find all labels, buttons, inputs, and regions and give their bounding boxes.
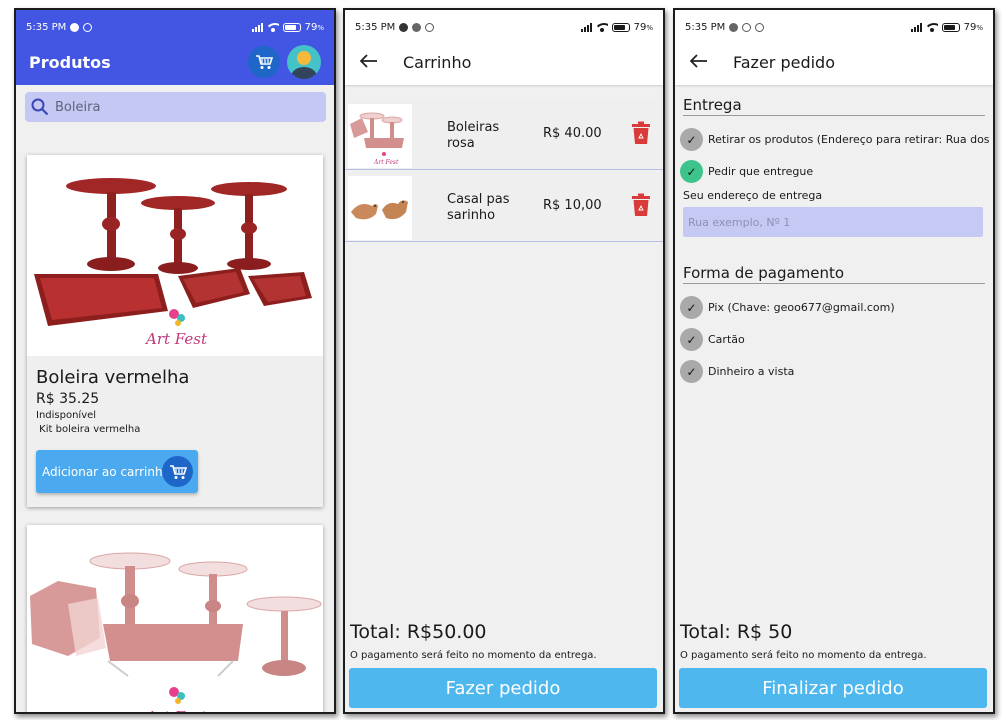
wifi-icon xyxy=(595,22,608,32)
signal-icon xyxy=(910,22,922,32)
battery-icon xyxy=(941,22,960,32)
product-card: Art Fest Boleira vermelha R$ 35.25 Indis… xyxy=(27,155,323,507)
notification-icon xyxy=(425,22,435,32)
place-order-button[interactable]: Fazer pedido xyxy=(349,668,657,708)
check-icon: ✓ xyxy=(680,128,703,151)
delivery-heading: Entrega xyxy=(683,96,985,116)
wifi-icon xyxy=(925,22,938,32)
wifi-icon xyxy=(266,22,279,32)
product-name: Boleira vermelha xyxy=(36,367,190,388)
search-icon xyxy=(31,98,49,116)
app-bar: 5:35 PM 79% Produtos xyxy=(16,10,334,85)
status-bar: 5:35 PM 79% xyxy=(355,21,653,33)
search-input[interactable]: Boleira xyxy=(25,92,326,122)
notification-icon xyxy=(742,22,752,32)
option-label: Cartão xyxy=(708,333,745,346)
address-placeholder: Rua exemplo, Nº 1 xyxy=(688,215,791,229)
product-image: Art Fest xyxy=(28,156,322,356)
cart-screen: 5:35 PM 79% Carrinho Art Fest Boleiras r… xyxy=(343,8,665,714)
payment-option-card[interactable]: ✓ Cartão xyxy=(680,328,745,351)
payment-heading: Forma de pagamento xyxy=(683,264,985,284)
cart-item: Casal pas sarinho R$ 10,00 xyxy=(345,172,663,242)
signal-icon xyxy=(251,22,263,32)
cart-total: Total: R$50.00 xyxy=(350,621,487,643)
page-title: Produtos xyxy=(29,53,111,72)
product-thumbnail: Art Fest xyxy=(348,104,412,168)
search-placeholder: Boleira xyxy=(55,99,101,115)
cart-icon xyxy=(256,55,273,69)
back-arrow-icon[interactable] xyxy=(690,54,708,68)
add-to-cart-button[interactable]: Adicionar ao carrinho xyxy=(36,450,198,493)
logo-text: Art Fest xyxy=(144,330,208,348)
order-total: Total: R$ 50 xyxy=(680,621,793,643)
status-bar: 5:35 PM 79% xyxy=(685,21,983,33)
delivery-option-deliver[interactable]: ✓ Pedir que entregue xyxy=(680,160,813,183)
cart-icon xyxy=(162,456,193,487)
payment-note: O pagamento será feito no momento da ent… xyxy=(680,650,927,661)
option-label: Dinheiro a vista xyxy=(708,365,795,378)
payment-option-pix[interactable]: ✓ Pix (Chave: geoo677@gmail.com) xyxy=(680,296,895,319)
status-bar: 5:35 PM 79% xyxy=(26,21,324,33)
logo-text: Art Fest xyxy=(373,159,399,166)
cart-button[interactable] xyxy=(248,46,280,78)
notification-icon xyxy=(70,22,80,32)
products-screen: 5:35 PM 79% Produtos Boleira Art Fest Bo… xyxy=(14,8,336,714)
payment-option-cash[interactable]: ✓ Dinheiro a vista xyxy=(680,360,794,383)
product-thumbnail xyxy=(348,176,412,240)
check-icon: ✓ xyxy=(680,160,703,183)
avatar[interactable] xyxy=(287,45,321,79)
product-status: Indisponível xyxy=(36,410,97,421)
status-time: 5:35 PM xyxy=(26,21,67,33)
check-icon: ✓ xyxy=(680,296,703,319)
status-time: 5:35 PM xyxy=(685,21,726,33)
check-icon: ✓ xyxy=(680,328,703,351)
product-image: Art Fest xyxy=(28,526,322,714)
mail-icon xyxy=(755,22,765,32)
cart-item-name: Boleiras rosa xyxy=(447,120,500,151)
payment-note: O pagamento será feito no momento da ent… xyxy=(350,650,597,661)
cart-item-price: R$ 40.00 xyxy=(543,126,602,141)
add-to-cart-label: Adicionar ao carrinho xyxy=(42,464,170,479)
delivery-option-pickup[interactable]: ✓ Retirar os produtos (Endereço para ret… xyxy=(680,128,993,151)
product-price: R$ 35.25 xyxy=(36,391,100,407)
product-card: Art Fest xyxy=(27,525,323,714)
logo-text: Art Fest xyxy=(144,708,208,714)
page-title: Fazer pedido xyxy=(733,53,835,72)
check-icon: ✓ xyxy=(680,360,703,383)
battery-icon xyxy=(611,22,630,32)
option-label: Retirar os produtos (Endereço para retir… xyxy=(708,133,993,146)
cart-item-name: Casal pas sarinho xyxy=(447,192,510,223)
option-label: Pix (Chave: geoo677@gmail.com) xyxy=(708,301,895,314)
order-screen: 5:35 PM 79% Fazer pedido Entrega ✓ Retir… xyxy=(673,8,995,714)
app-bar: 5:35 PM 79% Carrinho xyxy=(345,10,663,85)
option-label: Pedir que entregue xyxy=(708,165,814,178)
address-input[interactable]: Rua exemplo, Nº 1 xyxy=(683,207,983,237)
address-label: Seu endereço de entrega xyxy=(683,189,823,202)
finish-order-button[interactable]: Finalizar pedido xyxy=(679,668,987,708)
battery-percent: 79 xyxy=(304,21,318,33)
battery-percent: 79 xyxy=(963,21,977,33)
battery-icon xyxy=(282,22,301,32)
notification-icon xyxy=(729,22,739,32)
notification-icon xyxy=(412,22,422,32)
product-info: Boleira vermelha R$ 35.25 Indisponível K… xyxy=(27,356,323,507)
app-bar: 5:35 PM 79% Fazer pedido xyxy=(675,10,993,85)
notification-icon xyxy=(399,22,409,32)
delete-icon[interactable] xyxy=(631,121,651,145)
signal-icon xyxy=(580,22,592,32)
cart-item-price: R$ 10,00 xyxy=(543,198,602,213)
battery-percent: 79 xyxy=(633,21,647,33)
delete-icon[interactable] xyxy=(631,193,651,217)
status-time: 5:35 PM xyxy=(355,21,396,33)
back-arrow-icon[interactable] xyxy=(360,54,378,68)
page-title: Carrinho xyxy=(403,53,472,72)
notification-icon xyxy=(83,22,93,32)
product-description: Kit boleira vermelha xyxy=(36,424,141,435)
cart-item: Art Fest Boleiras rosa R$ 40.00 xyxy=(345,100,663,170)
